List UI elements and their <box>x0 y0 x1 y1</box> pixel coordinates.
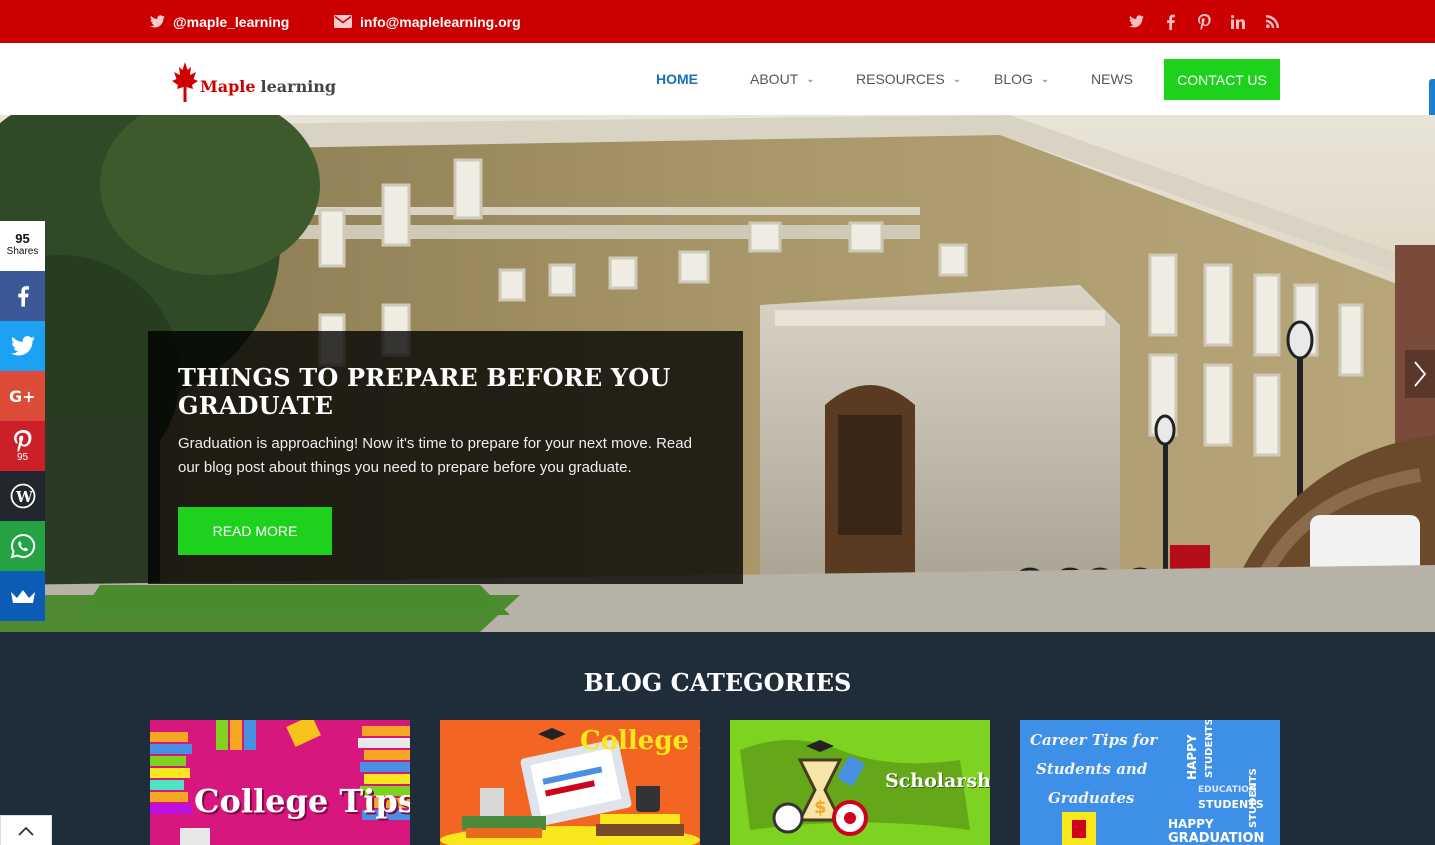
read-more-button[interactable]: READ MORE <box>178 507 332 555</box>
site-logo[interactable]: Maple learning <box>172 56 336 102</box>
svg-text:$: $ <box>814 797 827 818</box>
nav-about[interactable]: ABOUT ⌄ <box>750 71 815 87</box>
category-label-line-2: Students and <box>1036 760 1148 778</box>
share-pinterest-button[interactable]: 95 <box>0 421 45 471</box>
svg-text:G+: G+ <box>9 388 36 404</box>
blog-categories-heading: BLOG CATEGORIES <box>583 668 852 697</box>
share-whatsapp-button[interactable] <box>0 521 45 571</box>
category-card-college-life[interactable]: College Life <box>440 720 700 845</box>
nav-resources-label: RESOURCES <box>856 71 945 87</box>
category-label-college-life: College Life <box>580 726 700 756</box>
svg-text:GRADUATION: GRADUATION <box>1168 831 1264 845</box>
nav-blog-label: BLOG <box>994 71 1033 87</box>
chevron-down-icon: ⌄ <box>1040 73 1050 85</box>
share-count: 95 Shares <box>0 221 45 271</box>
pinterest-icon <box>13 429 31 452</box>
logo-word-maple: Maple <box>200 77 256 96</box>
twitter-icon[interactable] <box>1128 14 1144 30</box>
logo-word-learning: learning <box>260 77 337 96</box>
category-label-scholarships: Scholarships <box>885 770 990 792</box>
chevron-down-icon: ⌄ <box>952 73 962 85</box>
share-twitter-button[interactable] <box>0 321 45 371</box>
share-facebook-button[interactable] <box>0 271 45 321</box>
hero-caption: THINGS TO PREPARE BEFORE YOU GRADUATE Gr… <box>148 331 743 584</box>
nav-blog[interactable]: BLOG ⌄ <box>994 71 1049 87</box>
blog-categories-section: BLOG CATEGORIES College Tips College $ S… <box>0 632 1435 845</box>
share-wordpress-button[interactable]: W <box>0 471 45 521</box>
envelope-icon <box>334 15 352 28</box>
wordpress-icon: W <box>10 483 35 509</box>
crown-icon <box>10 590 35 603</box>
share-sidebar: 95 Shares G+ 95 W <box>0 221 45 621</box>
svg-text:STUDENTS: STUDENTS <box>1204 720 1215 778</box>
hero-title: THINGS TO PREPARE BEFORE YOU GRADUATE <box>178 363 671 420</box>
nav-home-label: HOME <box>656 71 698 87</box>
top-bar: @maple_learning info@maplelearning.org <box>0 0 1435 43</box>
chevron-up-icon <box>18 826 34 836</box>
slider-next-button[interactable] <box>1405 350 1435 398</box>
hero-text: Graduation is approaching! Now it's time… <box>178 435 692 476</box>
hero-slider: THINGS TO PREPARE BEFORE YOU GRADUATE Gr… <box>0 115 1435 632</box>
chevron-down-icon: ⌄ <box>806 73 815 85</box>
share-count-label: Shares <box>6 246 39 257</box>
share-sumo-button[interactable] <box>0 571 45 621</box>
email-address: info@maplelearning.org <box>360 13 521 30</box>
svg-text:STUDENTS: STUDENTS <box>1248 768 1259 828</box>
google-plus-icon: G+ <box>9 388 36 404</box>
category-card-college-tips[interactable]: College Tips <box>150 720 410 845</box>
svg-text:W: W <box>15 488 34 506</box>
nav-news[interactable]: NEWS <box>1091 71 1133 87</box>
category-card-scholarships[interactable]: $ Scholarships <box>730 720 990 845</box>
email-link[interactable]: info@maplelearning.org <box>334 0 521 43</box>
svg-text:HAPPY: HAPPY <box>1168 817 1214 831</box>
site-header: Maple learning HOME ABOUT ⌄ RESOURCES ⌄ … <box>0 43 1435 119</box>
scroll-to-top-button[interactable] <box>0 815 52 845</box>
category-label-college-tips: College Tips <box>194 782 410 820</box>
nav-home[interactable]: HOME <box>656 71 698 87</box>
twitter-handle-link[interactable]: @maple_learning <box>150 0 289 43</box>
twitter-icon <box>150 15 165 28</box>
nav-about-label: ABOUT <box>750 71 799 87</box>
whatsapp-icon <box>10 533 35 559</box>
twitter-icon <box>10 336 35 356</box>
twitter-handle: @maple_learning <box>173 13 290 30</box>
pinterest-share-count: 95 <box>16 451 29 463</box>
share-count-number: 95 <box>15 231 30 246</box>
pinterest-icon[interactable] <box>1196 13 1212 30</box>
category-card-career-tips[interactable]: HAPPY STUDENTS EDUCATION STUDENTS HAPPY … <box>1020 720 1280 845</box>
nav-resources[interactable]: RESOURCES ⌄ <box>856 71 961 87</box>
rss-icon[interactable] <box>1264 14 1280 30</box>
svg-text:HAPPY: HAPPY <box>1185 734 1199 780</box>
side-panel-tab[interactable] <box>1429 79 1435 119</box>
category-label-line-1: Career Tips for <box>1030 731 1158 749</box>
social-links <box>1128 0 1280 43</box>
contact-us-button[interactable]: CONTACT US <box>1164 59 1280 100</box>
nav-news-label: NEWS <box>1091 71 1133 87</box>
maple-leaf-icon <box>172 62 198 102</box>
share-google-plus-button[interactable]: G+ <box>0 371 45 421</box>
linkedin-icon[interactable] <box>1230 14 1246 30</box>
category-label-career-tips: Career Tips for Students and Graduates <box>1030 726 1157 813</box>
chevron-right-icon <box>1414 361 1427 387</box>
category-label-line-3: Graduates <box>1048 789 1135 807</box>
facebook-icon <box>17 286 29 307</box>
facebook-icon[interactable] <box>1162 14 1178 30</box>
